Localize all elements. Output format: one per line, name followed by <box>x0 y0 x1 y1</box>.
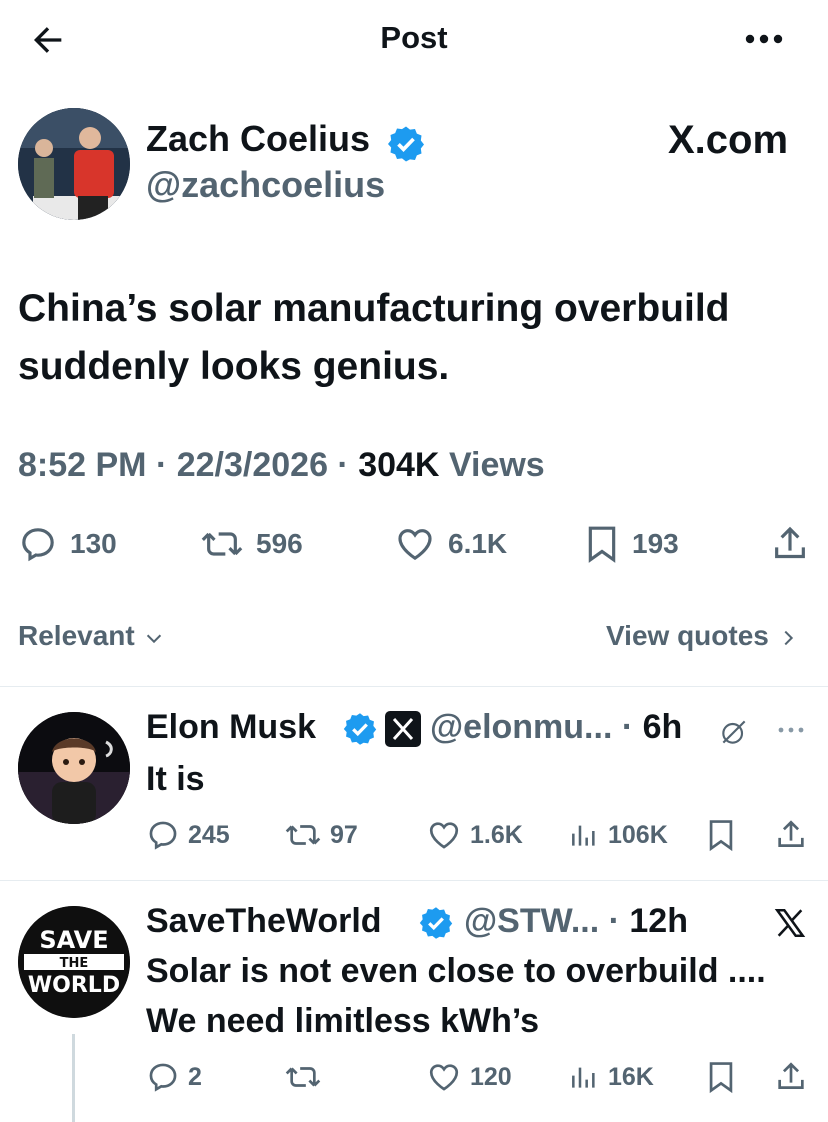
post-meta: 8:52 PM · 22/3/2026 · 304K Views <box>18 446 545 484</box>
views-chart-icon <box>568 1060 600 1094</box>
like-button[interactable]: 6.1K <box>394 524 507 564</box>
chevron-right-icon <box>777 627 799 649</box>
views-button[interactable]: 16K <box>568 1060 654 1094</box>
repost-icon <box>284 1060 322 1094</box>
repost-icon <box>200 524 244 564</box>
reply-text: Solar is not even close to overbuild ...… <box>146 952 766 1040</box>
repost-button[interactable] <box>284 1060 322 1094</box>
views-chart-icon <box>568 818 600 852</box>
repost-icon <box>284 818 322 852</box>
avatar[interactable] <box>18 108 130 220</box>
verified-badge-icon <box>418 905 454 941</box>
reply-handle[interactable]: @STW... · 12h <box>464 902 688 941</box>
reply-icon <box>146 1060 180 1094</box>
repost-button[interactable]: 596 <box>200 524 303 564</box>
like-button[interactable]: 120 <box>426 1060 512 1094</box>
views-label: Views <box>448 446 545 484</box>
post-date: 22/3/2026 <box>176 446 328 484</box>
reply-icon <box>146 818 180 852</box>
reply-button[interactable]: 245 <box>146 818 230 852</box>
reply-author-name[interactable]: Elon Musk <box>146 708 316 747</box>
reply-button[interactable]: 130 <box>18 524 117 564</box>
views-button[interactable]: 106K <box>568 818 668 852</box>
avatar[interactable] <box>18 712 130 824</box>
x-logo-icon[interactable] <box>772 906 808 940</box>
watermark: X.com <box>668 118 789 162</box>
heart-icon <box>394 524 436 564</box>
heart-icon <box>426 1060 462 1094</box>
reply-author-name[interactable]: SaveTheWorld <box>146 902 382 941</box>
share-icon[interactable] <box>770 524 810 564</box>
avatar-text-bottom: WORLD <box>28 973 120 998</box>
avatar-text-top: SAVE <box>39 926 108 954</box>
reply-button[interactable]: 2 <box>146 1060 202 1094</box>
thread-line <box>72 1034 75 1122</box>
bookmark-icon[interactable] <box>706 818 736 852</box>
sort-dropdown[interactable]: Relevant <box>18 620 165 652</box>
like-button[interactable]: 1.6K <box>426 818 523 852</box>
post-text: China’s solar manufacturing overbuild su… <box>18 287 730 388</box>
divider <box>0 880 828 881</box>
x-affiliate-badge-icon <box>384 710 422 748</box>
bookmark-button[interactable]: 193 <box>584 524 679 564</box>
view-quotes-link[interactable]: View quotes <box>606 620 799 652</box>
author-name[interactable]: Zach Coelius <box>146 118 370 160</box>
more-options-icon[interactable] <box>742 22 786 56</box>
reply-time: 6h <box>642 708 683 746</box>
grok-icon[interactable] <box>716 716 752 748</box>
divider <box>0 686 828 687</box>
post-time: 8:52 PM <box>18 446 147 484</box>
page-title: Post <box>380 20 448 55</box>
reply-icon <box>18 524 58 564</box>
author-handle[interactable]: @zachcoelius <box>146 164 385 206</box>
avatar[interactable]: SAVE THE WORLD <box>18 906 130 1018</box>
chevron-down-icon <box>143 627 165 649</box>
share-icon[interactable] <box>774 1060 808 1094</box>
verified-badge-icon <box>386 124 426 164</box>
reply-time: 12h <box>629 902 688 940</box>
bookmark-icon[interactable] <box>706 1060 736 1094</box>
repost-button[interactable]: 97 <box>284 818 358 852</box>
views-count: 304K <box>358 446 440 484</box>
heart-icon <box>426 818 462 852</box>
reply-handle[interactable]: @elonmu... · 6h <box>430 708 682 747</box>
avatar-text-middle: THE <box>60 956 89 971</box>
reply-text: It is <box>146 760 205 798</box>
verified-badge-icon <box>342 711 378 747</box>
bookmark-icon <box>584 524 620 564</box>
share-icon[interactable] <box>774 818 808 852</box>
more-options-icon[interactable] <box>776 724 806 736</box>
